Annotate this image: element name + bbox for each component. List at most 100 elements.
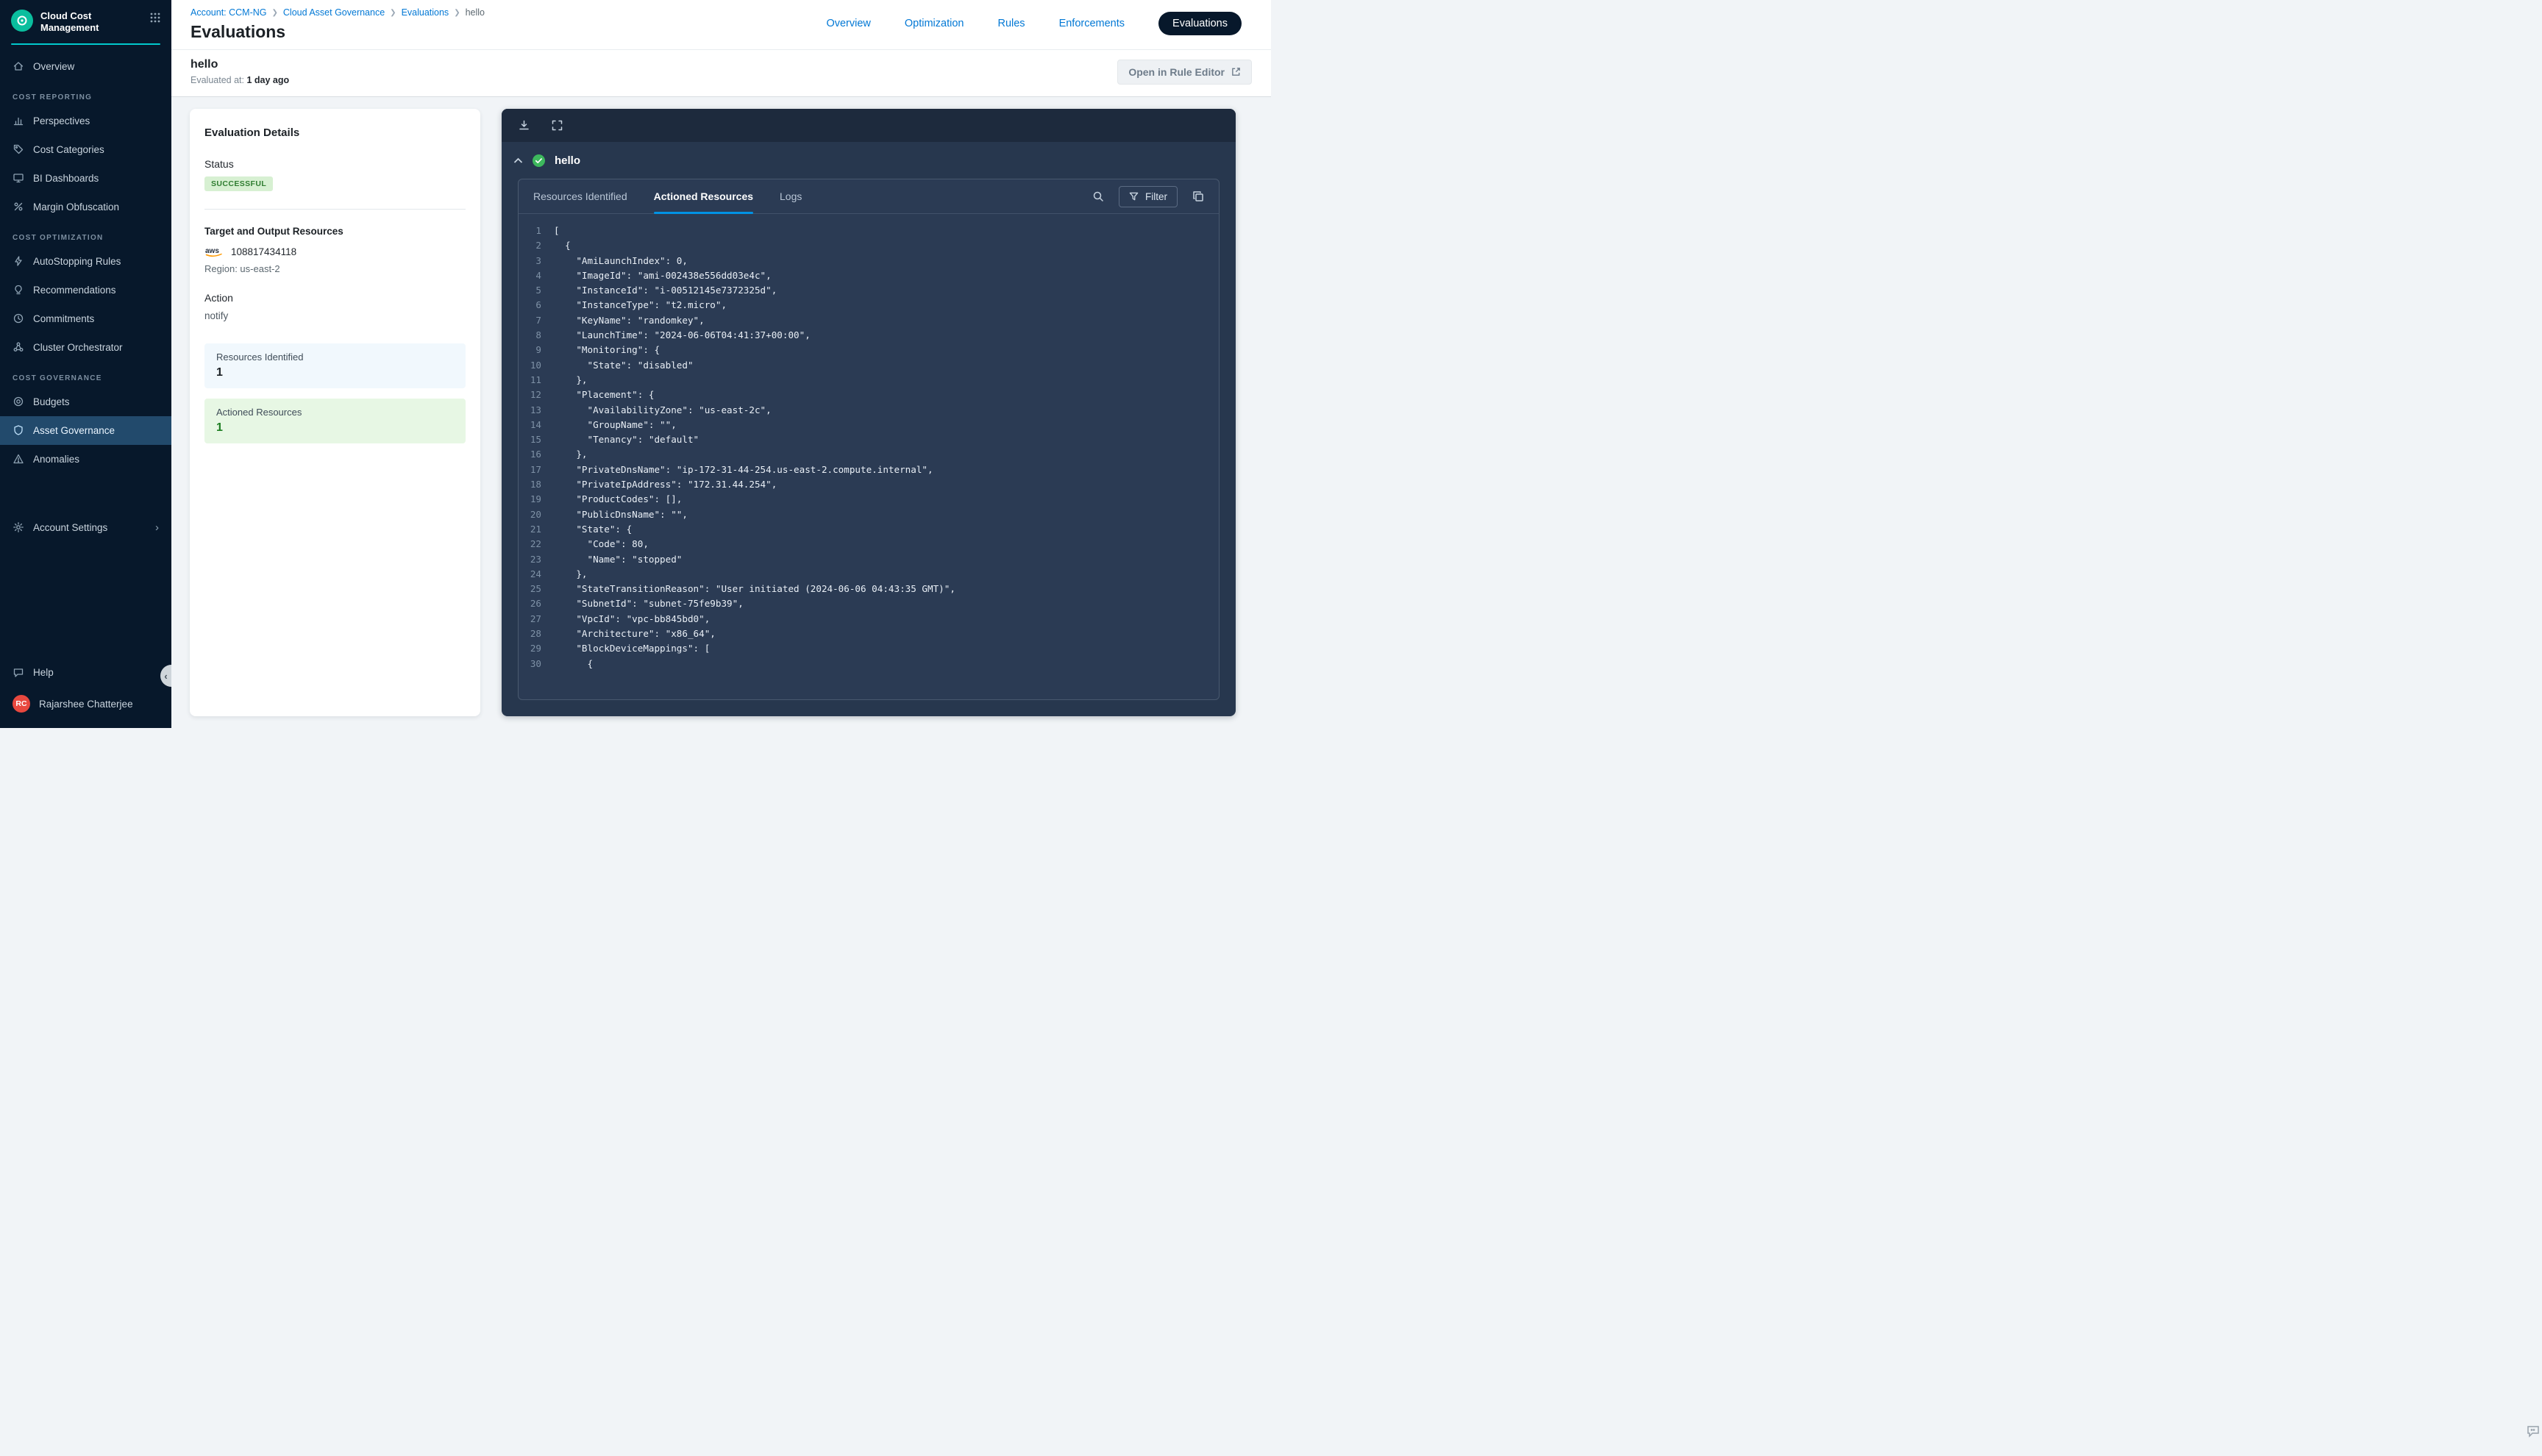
status-label: Status: [204, 158, 466, 170]
code-line: 27 "VpcId": "vpc-bb845bd0",: [519, 612, 1219, 627]
ccm-module-logo-icon[interactable]: [11, 10, 33, 32]
feedback-icon[interactable]: [2526, 1424, 2541, 1438]
code-line: 5 "InstanceId": "i-00512145e7372325d",: [519, 283, 1219, 298]
nav-rules[interactable]: Rules: [997, 18, 1025, 29]
sidebar-item-anomalies[interactable]: Anomalies: [0, 445, 171, 474]
sidebar-item-label: Anomalies: [33, 454, 79, 465]
tab-actioned-resources[interactable]: Actioned Resources: [654, 179, 753, 213]
sidebar-item-label: Cost Categories: [33, 144, 104, 155]
page-title: Evaluations: [191, 22, 485, 42]
sidebar-nav: Overview COST REPORTING Perspectives Cos…: [0, 45, 171, 542]
external-link-icon: [1231, 67, 1241, 76]
sidebar-item-perspectives[interactable]: Perspectives: [0, 107, 171, 135]
search-icon[interactable]: [1092, 190, 1104, 202]
line-text: },: [554, 373, 588, 388]
actioned-resources-box: Actioned Resources 1: [204, 399, 466, 443]
line-number: 21: [519, 522, 554, 537]
tab-logs[interactable]: Logs: [780, 179, 802, 213]
line-text: "Architecture": "x86_64",: [554, 627, 716, 641]
header-top-row: Account: CCM-NG ❯ Cloud Asset Governance…: [171, 0, 1271, 50]
tab-resources-identified[interactable]: Resources Identified: [533, 179, 627, 213]
code-line: 6 "InstanceType": "t2.micro",: [519, 298, 1219, 313]
filter-label: Filter: [1145, 191, 1167, 202]
evaluated-at-label: Evaluated at:: [191, 75, 244, 85]
target-account-id: 108817434118: [231, 246, 296, 257]
nav-enforcements[interactable]: Enforcements: [1059, 18, 1125, 29]
line-number: 27: [519, 612, 554, 627]
sidebar-item-autostopping-rules[interactable]: AutoStopping Rules: [0, 247, 171, 276]
line-text: "SubnetId": "subnet-75fe9b39",: [554, 596, 744, 611]
line-text: "Name": "stopped": [554, 552, 682, 567]
code-line: 28 "Architecture": "x86_64",: [519, 627, 1219, 641]
line-number: 18: [519, 477, 554, 492]
breadcrumb-account[interactable]: Account: CCM-NG: [191, 7, 267, 18]
sidebar-item-cost-categories[interactable]: Cost Categories: [0, 135, 171, 164]
success-check-icon: [533, 154, 545, 167]
nav-evaluations-active[interactable]: Evaluations: [1158, 12, 1242, 35]
lightbulb-icon: [13, 284, 24, 296]
sidebar-item-recommendations[interactable]: Recommendations: [0, 276, 171, 304]
line-number: 30: [519, 657, 554, 671]
code-line: 19 "ProductCodes": [],: [519, 492, 1219, 507]
open-in-rule-editor-button[interactable]: Open in Rule Editor: [1117, 60, 1252, 85]
sidebar-footer: Help RC Rajarshee Chatterjee: [0, 658, 171, 728]
actioned-resources-value: 1: [216, 421, 454, 435]
panel-evaluation-name: hello: [555, 154, 580, 167]
evaluation-details-card: Evaluation Details Status SUCCESSFUL Tar…: [190, 109, 480, 716]
target-account-row: aws 108817434118: [204, 246, 466, 258]
user-menu[interactable]: RC Rajarshee Chatterjee: [0, 687, 171, 721]
line-number: 19: [519, 492, 554, 507]
collapse-chevron-icon[interactable]: [513, 157, 523, 164]
sidebar-item-commitments[interactable]: Commitments: [0, 304, 171, 333]
code-line: 16 },: [519, 447, 1219, 462]
sidebar-item-account-settings[interactable]: Account Settings ›: [0, 513, 171, 542]
code-line: 13 "AvailabilityZone": "us-east-2c",: [519, 403, 1219, 418]
nav-overview[interactable]: Overview: [826, 18, 870, 29]
divider: [204, 209, 466, 210]
nav-optimization[interactable]: Optimization: [905, 18, 964, 29]
action-label: Action: [204, 292, 466, 304]
line-number: 12: [519, 388, 554, 402]
line-number: 26: [519, 596, 554, 611]
fullscreen-icon[interactable]: [551, 119, 563, 132]
download-icon[interactable]: [518, 119, 530, 132]
alert-icon: [13, 453, 24, 465]
code-line: 24 },: [519, 567, 1219, 582]
result-tabs: Resources Identified Actioned Resources …: [519, 179, 1219, 214]
line-text: "LaunchTime": "2024-06-06T04:41:37+00:00…: [554, 328, 811, 343]
sidebar-item-help[interactable]: Help: [0, 658, 171, 687]
sidebar-item-margin-obfuscation[interactable]: Margin Obfuscation: [0, 193, 171, 221]
module-grid-icon[interactable]: [150, 10, 160, 23]
card-title: Evaluation Details: [204, 126, 466, 139]
json-code-viewer[interactable]: 1 [ 2 { 3 "AmiLaunchIndex": 0,: [519, 214, 1219, 699]
aws-logo-icon: aws: [204, 246, 224, 258]
breadcrumb-evaluations[interactable]: Evaluations: [402, 7, 449, 18]
resources-identified-value: 1: [216, 366, 454, 379]
sidebar-section-cost-optimization: COST OPTIMIZATION: [0, 221, 171, 247]
code-line: 8 "LaunchTime": "2024-06-06T04:41:37+00:…: [519, 328, 1219, 343]
top-nav: Overview Optimization Rules Enforcements…: [826, 7, 1252, 35]
line-text: "State": "disabled": [554, 358, 694, 373]
sidebar-item-overview[interactable]: Overview: [0, 52, 171, 81]
sidebar-item-asset-governance[interactable]: Asset Governance: [0, 416, 171, 445]
avatar: RC: [13, 695, 30, 713]
sidebar-item-label: Budgets: [33, 396, 70, 407]
sidebar-section-cost-governance: COST GOVERNANCE: [0, 362, 171, 388]
breadcrumb-current: hello: [466, 7, 485, 18]
sidebar-item-budgets[interactable]: Budgets: [0, 388, 171, 416]
sidebar-item-cluster-orchestrator[interactable]: Cluster Orchestrator: [0, 333, 171, 362]
line-number: 11: [519, 373, 554, 388]
line-text: "VpcId": "vpc-bb845bd0",: [554, 612, 710, 627]
breadcrumb-governance[interactable]: Cloud Asset Governance: [283, 7, 385, 18]
svg-text:aws: aws: [205, 247, 219, 255]
copy-icon[interactable]: [1192, 190, 1204, 202]
evaluation-name: hello: [191, 58, 289, 71]
filter-button[interactable]: Filter: [1119, 186, 1178, 207]
gear-icon: [13, 521, 24, 533]
sidebar-item-bi-dashboards[interactable]: BI Dashboards: [0, 164, 171, 193]
code-line: 15 "Tenancy": "default": [519, 432, 1219, 447]
line-number: 29: [519, 641, 554, 656]
panel-title-row: hello: [502, 142, 1236, 179]
lightning-icon: [13, 255, 24, 267]
result-card: Resources Identified Actioned Resources …: [518, 179, 1220, 700]
